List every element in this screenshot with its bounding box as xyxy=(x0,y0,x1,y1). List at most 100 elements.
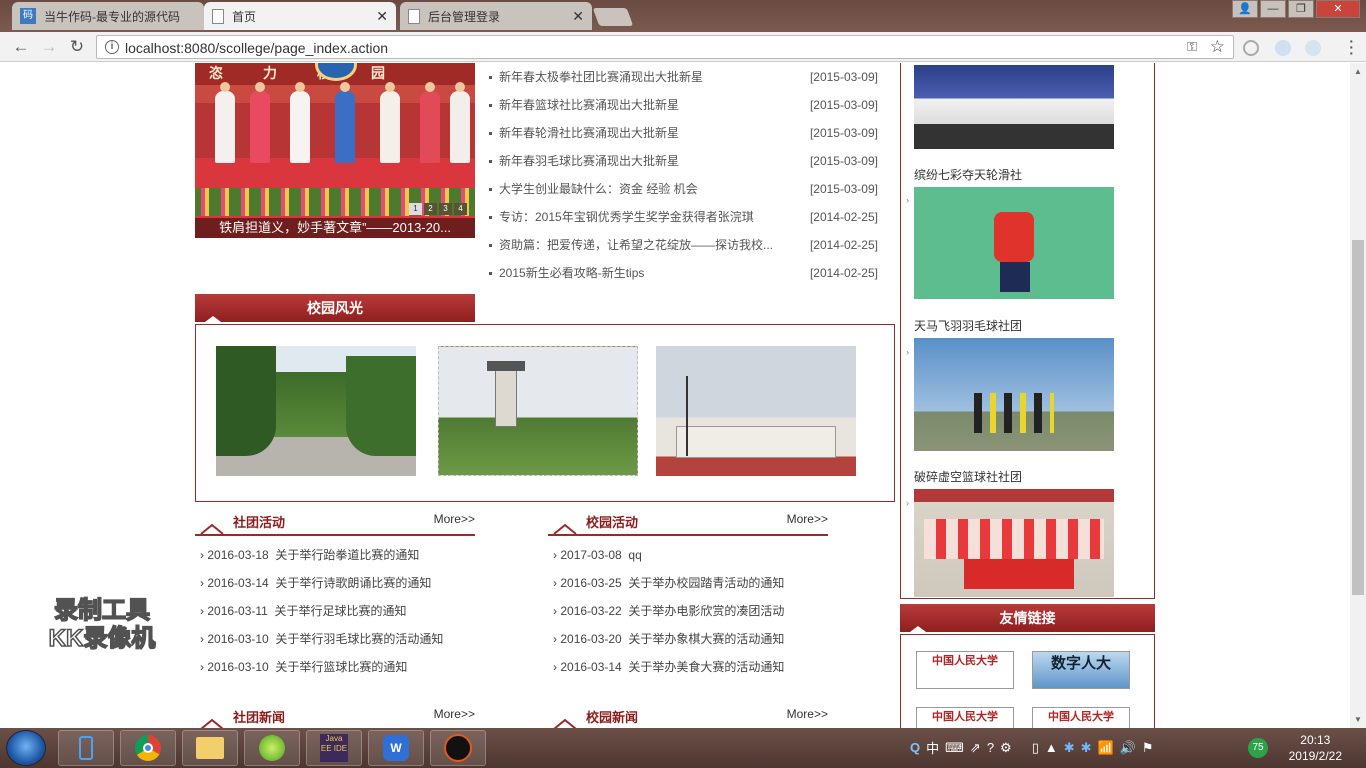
club-name[interactable]: 缤纷七彩夺天轮滑社 xyxy=(914,166,1022,183)
club-photo-basketball[interactable] xyxy=(914,338,1114,451)
vertical-scrollbar[interactable]: ▲ ▼ xyxy=(1350,63,1366,728)
address-bar[interactable]: i localhost:8080/scollege/page_index.act… xyxy=(96,35,1234,59)
news-title[interactable]: 资助篇：把爱传递，让希望之花绽放——探访我校... xyxy=(499,231,779,259)
activity-item[interactable]: › 2016-03-25 关于举办校园踏青活动的通知 xyxy=(553,569,784,597)
news-item[interactable]: 专访：2015年宝钢优秀学生奖学金获得者张浣琪 [2014-02-25] xyxy=(489,203,881,231)
news-title[interactable]: 新年春篮球社比赛涌现出大批新星 xyxy=(499,91,779,119)
star-app-icon[interactable]: ✱ xyxy=(1064,740,1075,756)
settings-icon[interactable]: ⚙ xyxy=(1000,740,1012,756)
club-photo-volunteer[interactable] xyxy=(914,489,1114,597)
activity-item[interactable]: › 2016-03-14 关于举行诗歌朗诵比赛的通知 xyxy=(200,569,431,597)
activity-item[interactable]: › 2016-03-14 关于举办美食大赛的活动通知 xyxy=(553,653,784,681)
scroll-up-icon[interactable]: ▲ xyxy=(1354,67,1362,76)
more-link[interactable]: More>> xyxy=(787,512,828,526)
news-item[interactable]: 大学生创业最缺什么：资金 经验 机会 [2015-03-09] xyxy=(489,175,881,203)
taskbar-app-explorer-icon[interactable] xyxy=(182,730,238,766)
news-title[interactable]: 新年春轮滑社比赛涌现出大批新星 xyxy=(499,119,779,147)
activity-item[interactable]: › 2016-03-22 关于举办电影欣赏的凑团活动 xyxy=(553,597,784,625)
activity-item[interactable]: › 2016-03-10 关于举行篮球比赛的通知 xyxy=(200,653,407,681)
friend-logo-renmin[interactable]: 中国人民大学 xyxy=(916,651,1014,689)
taskbar-app-recorder-icon[interactable] xyxy=(430,730,486,766)
activity-title[interactable]: 关于举行足球比赛的通知 xyxy=(275,604,407,618)
activity-item[interactable]: › 2016-03-20 关于举办象棋大赛的活动通知 xyxy=(553,625,784,653)
more-link[interactable]: More>> xyxy=(434,512,475,526)
campus-photo-tower[interactable] xyxy=(438,346,638,476)
ime-language[interactable]: 中 xyxy=(926,738,939,757)
news-item[interactable]: 资助篇：把爱传递，让希望之花绽放——探访我校... [2014-02-25] xyxy=(489,231,881,259)
help-icon[interactable]: ? xyxy=(987,740,994,755)
activity-item[interactable]: › 2016-03-18 关于举行跆拳道比赛的通知 xyxy=(200,541,419,569)
taskbar-app-chrome-icon[interactable] xyxy=(120,730,176,766)
taskbar-app-phone-icon[interactable] xyxy=(58,730,114,766)
friend-logo-renmin[interactable]: 中国人民大学 xyxy=(916,707,1014,728)
activity-item[interactable]: › 2016-03-11 关于举行足球比赛的通知 xyxy=(200,597,407,625)
slider-caption[interactable]: 铁肩担道义，妙手著文章”——2013-20... xyxy=(195,218,475,238)
info-icon[interactable]: i xyxy=(105,40,119,54)
search-icon[interactable]: Q xyxy=(910,740,920,755)
tab-admin-login[interactable]: 后台管理登录 ✕ xyxy=(400,2,592,30)
news-title[interactable]: 大学生创业最缺什么：资金 经验 机会 xyxy=(499,175,779,203)
tab-dangniu[interactable]: 码 当牛作码-最专业的源代码 xyxy=(12,2,204,30)
club-name[interactable]: 天马飞羽羽毛球社团 xyxy=(914,317,1022,334)
club-photo-badminton[interactable] xyxy=(914,187,1114,299)
friend-logo-renmin[interactable]: 中国人民大学 xyxy=(1032,707,1130,728)
user-icon[interactable]: 👤 xyxy=(1232,0,1258,18)
activity-title[interactable]: 关于举办电影欣赏的凑团活动 xyxy=(628,604,784,618)
badge-counter[interactable]: 75 xyxy=(1248,738,1268,758)
usb-icon[interactable]: ▯ xyxy=(1032,740,1039,756)
taskbar-app-green-icon[interactable] xyxy=(244,730,300,766)
show-hidden-icons[interactable]: ▲ xyxy=(1045,740,1058,755)
close-tab-icon[interactable]: ✕ xyxy=(376,8,388,25)
activity-title[interactable]: 关于举办象棋大赛的活动通知 xyxy=(628,632,784,646)
maximize-button[interactable]: ❐ xyxy=(1288,0,1314,18)
news-item[interactable]: 新年春太极拳社团比赛涌现出大批新星 [2015-03-09] xyxy=(489,63,881,91)
activity-title[interactable]: qq xyxy=(628,548,641,562)
club-name[interactable]: 破碎虚空篮球社社团 xyxy=(914,468,1022,485)
activity-title[interactable]: 关于举办校园踏青活动的通知 xyxy=(628,576,784,590)
scroll-down-icon[interactable]: ▼ xyxy=(1354,715,1362,724)
campus-photo-court[interactable] xyxy=(656,346,856,476)
news-item[interactable]: 新年春羽毛球比赛涌现出大批新星 [2015-03-09] xyxy=(489,147,881,175)
activity-title[interactable]: 关于举行诗歌朗诵比赛的通知 xyxy=(275,576,431,590)
extension-icon[interactable] xyxy=(1305,40,1321,56)
friend-logo-digital-renda[interactable]: 数字人大 xyxy=(1032,651,1130,689)
volume-icon[interactable]: 🔊 xyxy=(1120,740,1136,756)
menu-icon[interactable]: · · · xyxy=(1349,34,1354,60)
activity-item[interactable]: › 2016-03-10 关于举行羽毛球比赛的活动通知 xyxy=(200,625,443,653)
new-tab-button[interactable] xyxy=(592,8,634,26)
slider-page-3[interactable]: 3 xyxy=(439,203,452,215)
activity-item[interactable]: › 2017-03-08 qq xyxy=(553,541,642,569)
slider-page-4[interactable]: 4 xyxy=(454,203,467,215)
taskbar-app-wps-icon[interactable]: W xyxy=(368,730,424,766)
news-title[interactable]: 专访：2015年宝钢优秀学生奖学金获得者张浣琪 xyxy=(499,203,779,231)
bookmark-star-icon[interactable]: ☆ xyxy=(1210,37,1225,57)
image-slider[interactable]: 恣力校园 1 2 3 4 铁肩担道义，妙手著文章”——2013-20... xyxy=(195,63,475,238)
news-item[interactable]: 新年春轮滑社比赛涌现出大批新星 [2015-03-09] xyxy=(489,119,881,147)
club-photo-skating[interactable] xyxy=(914,65,1114,149)
scrollbar-thumb[interactable] xyxy=(1352,240,1364,595)
forward-arrow-icon[interactable]: → xyxy=(38,36,60,58)
slider-page-1[interactable]: 1 xyxy=(409,203,422,215)
network-icon[interactable]: 📶 xyxy=(1098,740,1114,756)
start-button[interactable] xyxy=(6,730,46,766)
news-title[interactable]: 新年春羽毛球比赛涌现出大批新星 xyxy=(499,147,779,175)
minimize-button[interactable]: — xyxy=(1260,0,1286,18)
taskbar-app-eclipse-icon[interactable]: Java EE IDE xyxy=(306,730,362,766)
news-title[interactable]: 新年春太极拳社团比赛涌现出大批新星 xyxy=(499,63,779,91)
close-tab-icon[interactable]: ✕ xyxy=(572,8,584,25)
news-title[interactable]: 2015新生必看攻略-新生tips xyxy=(499,259,779,287)
keyboard-icon[interactable]: ⌨ xyxy=(945,740,964,756)
back-arrow-icon[interactable]: ← xyxy=(10,36,32,58)
activity-title[interactable]: 关于举行跆拳道比赛的通知 xyxy=(275,548,419,562)
tab-home[interactable]: 首页 ✕ xyxy=(204,2,396,30)
activity-title[interactable]: 关于举办美食大赛的活动通知 xyxy=(628,660,784,674)
campus-photo-tree-road[interactable] xyxy=(216,346,416,476)
taskbar-clock[interactable]: 20:13 2019/2/22 xyxy=(1289,732,1342,764)
activity-title[interactable]: 关于举行羽毛球比赛的活动通知 xyxy=(275,632,443,646)
more-link[interactable]: More>> xyxy=(787,707,828,721)
activity-title[interactable]: 关于举行篮球比赛的通知 xyxy=(275,660,407,674)
more-link[interactable]: More>> xyxy=(434,707,475,721)
share-icon[interactable]: ⇗ xyxy=(970,740,981,756)
extension-icon[interactable] xyxy=(1243,40,1259,56)
reload-icon[interactable]: ↻ xyxy=(66,36,88,58)
